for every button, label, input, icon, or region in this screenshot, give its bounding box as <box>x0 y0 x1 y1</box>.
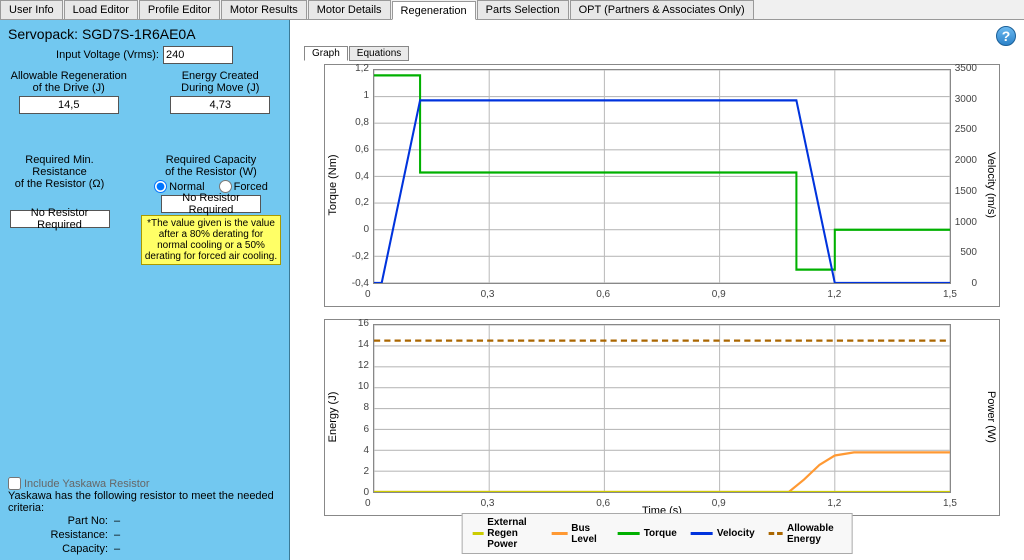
torque-velocity-chart: Torque (Nm) Velocity (m/s) 00,30,60,91,2… <box>324 64 1000 307</box>
axis-label-energy: Energy (J) <box>327 392 339 443</box>
energy-created-value: 4,73 <box>170 96 270 114</box>
voltage-label: Input Voltage (Vrms): <box>56 49 159 61</box>
axis-label-torque: Torque (Nm) <box>327 155 339 216</box>
req-cap-label: Required Capacity of the Resistor (W) <box>141 154 281 178</box>
energy-power-chart: Energy (J) Power (W) Time (s) 00,30,60,9… <box>324 319 1000 516</box>
help-icon[interactable]: ? <box>996 26 1016 46</box>
req-res-value: No Resistor Required <box>10 210 110 228</box>
content-area: ? Graph Equations Torque (Nm) Velocity (… <box>290 20 1024 560</box>
subtab-equations[interactable]: Equations <box>349 46 409 61</box>
axis-label-velocity: Velocity (m/s) <box>985 152 997 218</box>
servopack-title: Servopack: SGD7S-1R6AE0A <box>8 26 281 42</box>
voltage-input[interactable] <box>163 46 233 64</box>
energy-created-label: Energy Created During Move (J) <box>160 70 282 94</box>
include-resistor-checkbox[interactable] <box>8 477 21 490</box>
tab-user-info[interactable]: User Info <box>0 0 63 19</box>
allow-regen-value: 14,5 <box>19 96 119 114</box>
allow-regen-label: Allowable Regeneration of the Drive (J) <box>8 70 130 94</box>
criteria-text: Yaskawa has the following resistor to me… <box>8 490 281 514</box>
subtab-graph[interactable]: Graph <box>304 46 348 61</box>
include-resistor-label: Include Yaskawa Resistor <box>24 478 150 490</box>
tab-regeneration[interactable]: Regeneration <box>392 1 476 20</box>
sidebar: Servopack: SGD7S-1R6AE0A Input Voltage (… <box>0 20 290 560</box>
req-res-label: Required Min. Resistance of the Resistor… <box>8 154 111 190</box>
tab-motor-details[interactable]: Motor Details <box>308 0 391 19</box>
req-cap-value: No Resistor Required <box>161 195 261 213</box>
axis-label-power: Power (W) <box>985 391 997 443</box>
tab-load-editor[interactable]: Load Editor <box>64 0 138 19</box>
tab-motor-results[interactable]: Motor Results <box>221 0 307 19</box>
main-tabs: User InfoLoad EditorProfile EditorMotor … <box>0 0 1024 20</box>
tab-parts-selection[interactable]: Parts Selection <box>477 0 569 19</box>
tab-profile-editor[interactable]: Profile Editor <box>139 0 220 19</box>
tab-opt-partners-associates-only-[interactable]: OPT (Partners & Associates Only) <box>570 0 754 19</box>
derating-note: *The value given is the value after a 80… <box>141 215 281 265</box>
chart-legend: External Regen Power Bus Level Torque Ve… <box>462 513 853 554</box>
